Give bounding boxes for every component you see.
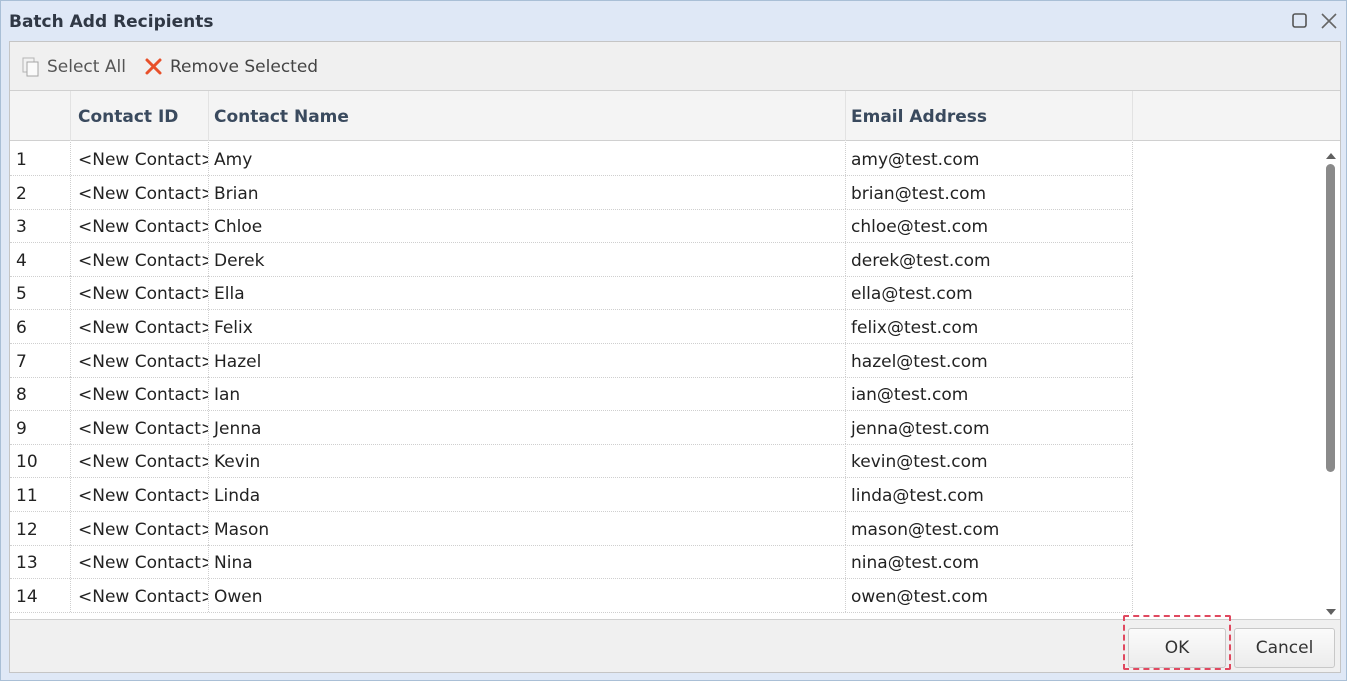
contact-id-cell[interactable]: <New Contact>	[71, 209, 209, 243]
email-address-cell[interactable]: ian@test.com	[846, 377, 1133, 411]
row-number-cell[interactable]: 2	[10, 175, 71, 209]
recipients-grid: Contact ID Contact Name Email Address 1 <…	[10, 91, 1340, 619]
table-row[interactable]: 2 <New Contact> Brian brian@test.com	[10, 175, 1133, 210]
row-number-cell[interactable]: 3	[10, 209, 71, 243]
contact-id-cell[interactable]: <New Contact>	[71, 242, 209, 276]
row-number-cell[interactable]: 13	[10, 545, 71, 579]
batch-add-recipients-dialog: Batch Add Recipients Select All Remove S…	[0, 0, 1347, 681]
table-row[interactable]: 11 <New Contact> Linda linda@test.com	[10, 478, 1133, 512]
row-number-cell[interactable]: 6	[10, 310, 71, 343]
row-number-cell[interactable]: 11	[10, 478, 71, 511]
table-row[interactable]: 8 <New Contact> Ian ian@test.com	[10, 377, 1133, 412]
email-address-cell[interactable]: chloe@test.com	[846, 209, 1133, 243]
table-row[interactable]: 10 <New Contact> Kevin kevin@test.com	[10, 444, 1133, 479]
column-header-contact-id[interactable]: Contact ID	[71, 91, 209, 141]
contact-id-cell[interactable]: <New Contact>	[71, 578, 209, 612]
contact-name-cell[interactable]: Hazel	[209, 343, 846, 377]
remove-selected-label: Remove Selected	[170, 57, 319, 77]
close-icon[interactable]	[1318, 10, 1340, 32]
select-all-label: Select All	[47, 57, 126, 77]
contact-id-cell[interactable]: <New Contact>	[71, 175, 209, 209]
email-address-cell[interactable]: hazel@test.com	[846, 343, 1133, 377]
row-number-cell[interactable]: 1	[10, 142, 71, 175]
contact-name-cell[interactable]: Kevin	[209, 444, 846, 478]
select-all-button[interactable]: Select All	[20, 54, 126, 80]
scroll-down-arrow-icon[interactable]	[1325, 602, 1337, 615]
row-number-cell[interactable]: 8	[10, 377, 71, 411]
row-number-cell[interactable]: 9	[10, 410, 71, 444]
table-row[interactable]: 3 <New Contact> Chloe chloe@test.com	[10, 209, 1133, 244]
contact-id-cell[interactable]: <New Contact>	[71, 310, 209, 343]
ok-button[interactable]: OK	[1128, 628, 1226, 668]
table-row[interactable]: 4 <New Contact> Derek derek@test.com	[10, 242, 1133, 277]
email-address-cell[interactable]: felix@test.com	[846, 310, 1133, 343]
scroll-up-arrow-icon[interactable]	[1325, 146, 1337, 159]
contact-name-cell[interactable]: Felix	[209, 310, 846, 343]
dialog-footer: OK Cancel	[10, 619, 1340, 672]
row-number-cell[interactable]: 4	[10, 242, 71, 276]
maximize-icon[interactable]	[1289, 10, 1311, 32]
contact-id-cell[interactable]: <New Contact>	[71, 444, 209, 478]
remove-selected-button[interactable]: Remove Selected	[143, 54, 318, 80]
contact-id-cell[interactable]: <New Contact>	[71, 410, 209, 444]
contact-id-cell[interactable]: <New Contact>	[71, 276, 209, 310]
contact-id-cell[interactable]: <New Contact>	[71, 511, 209, 545]
email-address-cell[interactable]: nina@test.com	[846, 545, 1133, 579]
row-number-cell[interactable]: 12	[10, 511, 71, 545]
table-row[interactable]: 6 <New Contact> Felix felix@test.com	[10, 310, 1133, 344]
title-bar: Batch Add Recipients	[1, 1, 1346, 41]
contact-name-cell[interactable]: Linda	[209, 478, 846, 511]
contact-id-cell[interactable]: <New Contact>	[71, 343, 209, 377]
column-header-row-number[interactable]	[10, 91, 71, 141]
email-address-cell[interactable]: linda@test.com	[846, 478, 1133, 511]
contact-name-cell[interactable]: Ian	[209, 377, 846, 411]
column-header-contact-name[interactable]: Contact Name	[209, 91, 846, 141]
email-address-cell[interactable]: mason@test.com	[846, 511, 1133, 545]
table-row[interactable]: 14 <New Contact> Owen owen@test.com	[10, 578, 1133, 613]
contact-id-cell[interactable]: <New Contact>	[71, 377, 209, 411]
row-number-cell[interactable]: 5	[10, 276, 71, 310]
toolbar: Select All Remove Selected	[10, 42, 1340, 91]
grid-header: Contact ID Contact Name Email Address	[10, 91, 1340, 141]
copy-pages-icon	[22, 57, 39, 77]
column-header-email-address[interactable]: Email Address	[846, 91, 1133, 141]
email-address-cell[interactable]: owen@test.com	[846, 578, 1133, 612]
email-address-cell[interactable]: brian@test.com	[846, 175, 1133, 209]
row-number-cell[interactable]: 14	[10, 578, 71, 612]
grid-rows: 1 <New Contact> Amy amy@test.com 2 <New Conta…	[10, 142, 1322, 619]
contact-name-cell[interactable]: Owen	[209, 578, 846, 612]
contact-name-cell[interactable]: Nina	[209, 545, 846, 579]
table-row[interactable]: 1 <New Contact> Amy amy@test.com	[10, 142, 1133, 176]
contact-name-cell[interactable]: Ella	[209, 276, 846, 310]
row-number-cell[interactable]: 10	[10, 444, 71, 478]
contact-name-cell[interactable]: Amy	[209, 142, 846, 175]
scrollbar-thumb[interactable]	[1326, 164, 1335, 472]
row-number-cell[interactable]: 7	[10, 343, 71, 377]
table-row[interactable]: 7 <New Contact> Hazel hazel@test.com	[10, 343, 1133, 378]
red-x-icon	[145, 58, 162, 75]
contact-name-cell[interactable]: Chloe	[209, 209, 846, 243]
vertical-scrollbar[interactable]	[1322, 142, 1340, 619]
table-row[interactable]: 13 <New Contact> Nina nina@test.com	[10, 545, 1133, 580]
contact-name-cell[interactable]: Derek	[209, 242, 846, 276]
contact-name-cell[interactable]: Jenna	[209, 410, 846, 444]
cancel-button[interactable]: Cancel	[1234, 628, 1335, 668]
table-row[interactable]: 5 <New Contact> Ella ella@test.com	[10, 276, 1133, 311]
email-address-cell[interactable]: ella@test.com	[846, 276, 1133, 310]
contact-id-cell[interactable]: <New Contact>	[71, 545, 209, 579]
table-row[interactable]: 12 <New Contact> Mason mason@test.com	[10, 511, 1133, 546]
dialog-body: Select All Remove Selected Contact ID Co…	[9, 41, 1341, 673]
contact-name-cell[interactable]: Mason	[209, 511, 846, 545]
dialog-title: Batch Add Recipients	[9, 12, 214, 32]
email-address-cell[interactable]: amy@test.com	[846, 142, 1133, 175]
contact-id-cell[interactable]: <New Contact>	[71, 142, 209, 175]
email-address-cell[interactable]: derek@test.com	[846, 242, 1133, 276]
table-row[interactable]: 9 <New Contact> Jenna jenna@test.com	[10, 410, 1133, 445]
email-address-cell[interactable]: kevin@test.com	[846, 444, 1133, 478]
email-address-cell[interactable]: jenna@test.com	[846, 410, 1133, 444]
contact-name-cell[interactable]: Brian	[209, 175, 846, 209]
contact-id-cell[interactable]: <New Contact>	[71, 478, 209, 511]
